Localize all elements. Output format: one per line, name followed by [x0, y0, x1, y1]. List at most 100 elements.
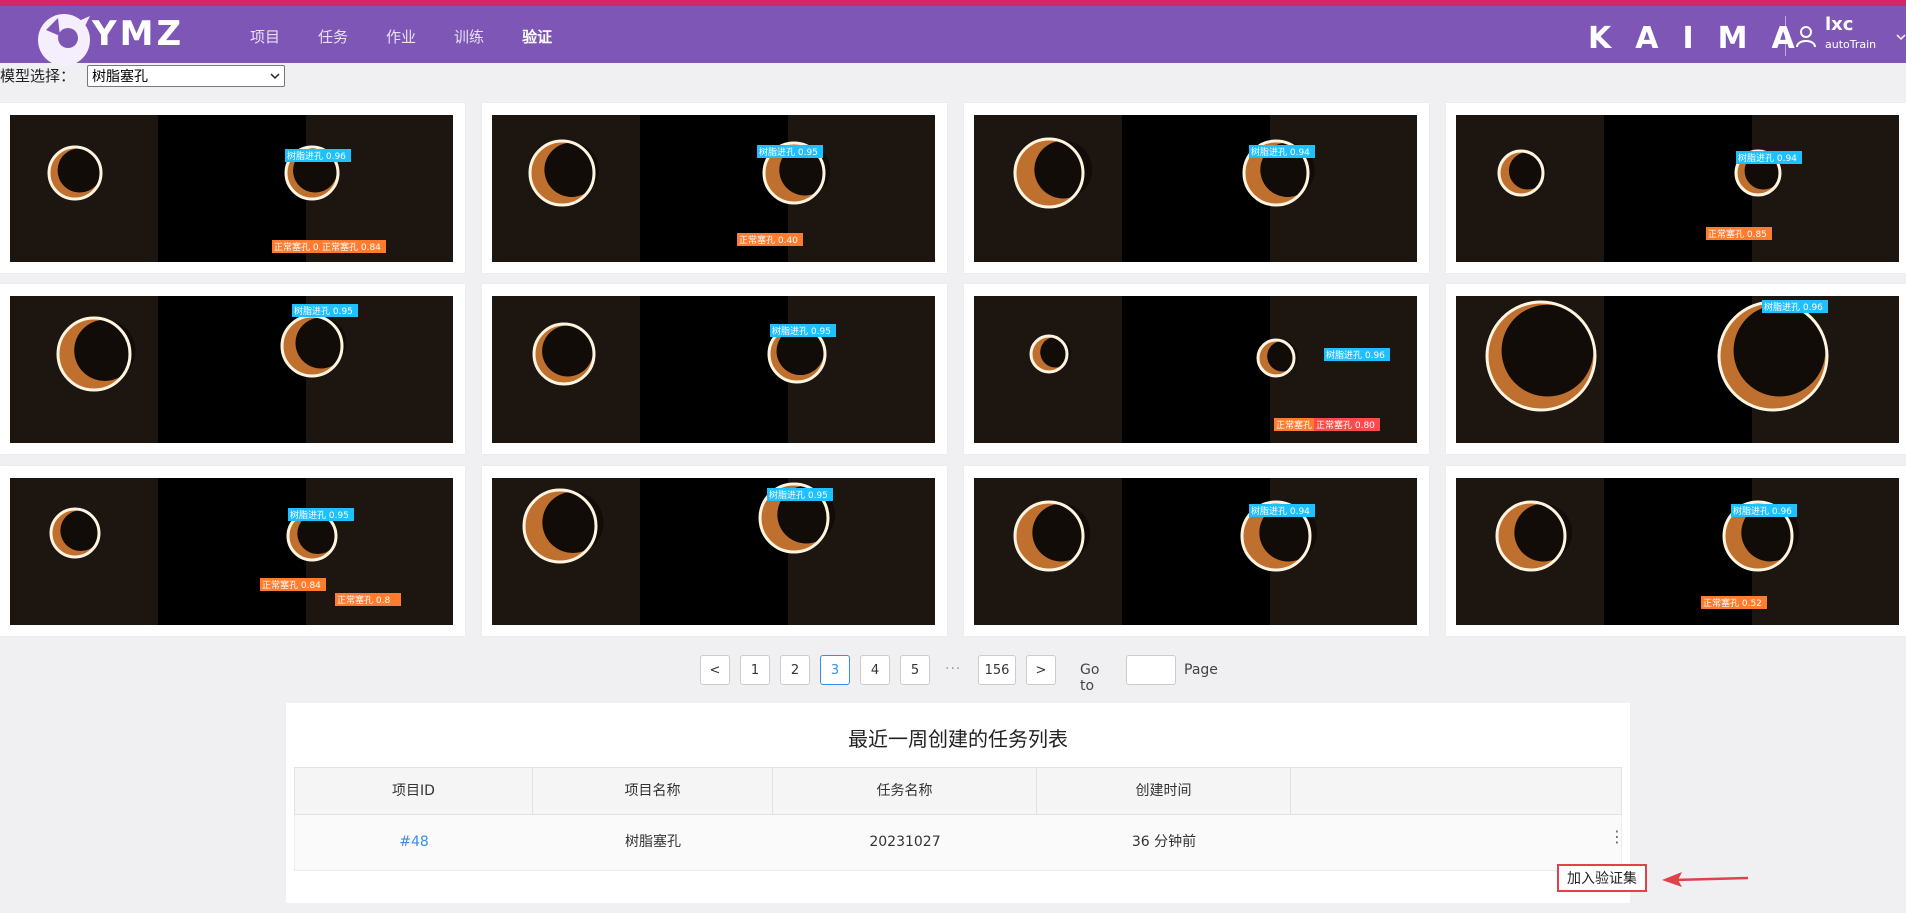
inspection-image-card[interactable]: 树脂进孔 0.95: [482, 284, 947, 454]
detection-label-text: 树脂进孔 0.96: [1733, 505, 1792, 517]
detection-label: 树脂进孔 0.95: [757, 145, 823, 158]
detection-label-text: 树脂进孔 0.96: [1764, 301, 1823, 313]
goto-page-input[interactable]: [1126, 655, 1176, 685]
detection-label-text: 树脂进孔 0.96: [1326, 349, 1385, 361]
column-header-project-id: 项目ID: [295, 768, 533, 814]
detection-label: 树脂进孔 0.95: [292, 304, 358, 317]
detection-label-text: 正常塞孔 0.40: [739, 234, 798, 246]
inspection-image-card[interactable]: 树脂进孔 0.96 正常塞孔 0.80 正常塞孔 0.80: [964, 284, 1429, 454]
project-id-link[interactable]: #48: [295, 815, 533, 869]
nav-item-validation[interactable]: 验证: [522, 26, 552, 47]
page-button-3[interactable]: 3: [820, 655, 850, 685]
inspection-image: 树脂进孔 0.96正常塞孔 0.80正常塞孔 0.80: [974, 296, 1417, 443]
annotation-arrow-icon: [1662, 872, 1749, 887]
detection-label-text: 树脂进孔 0.94: [1738, 152, 1797, 164]
inspection-image-card[interactable]: 树脂进孔 0.94: [964, 466, 1429, 636]
detection-label: 树脂进孔 0.96: [1324, 348, 1390, 361]
logo-text: YMZ: [92, 14, 185, 54]
detection-label-text: 树脂进孔 0.95: [759, 146, 818, 158]
detection-label: 树脂进孔 0.96: [1762, 300, 1828, 313]
inspection-image: 树脂进孔 0.94: [974, 478, 1417, 625]
detection-label: 正常塞孔 0.40: [737, 233, 803, 246]
task-list-title: 最近一周创建的任务列表: [848, 727, 1068, 751]
detection-label-text: 正常塞孔 0.52: [1703, 597, 1762, 609]
model-select-label: 模型选择：: [0, 67, 76, 85]
project-name-cell: 树脂塞孔: [625, 834, 681, 850]
detection-label: 正常塞孔 0.80: [1314, 418, 1380, 431]
prev-page-button[interactable]: <: [700, 655, 730, 685]
page-button-4[interactable]: 4: [860, 655, 890, 685]
main-nav: 项目 任务 作业 训练 验证: [250, 26, 590, 47]
navbar: YMZ 项目 任务 作业 训练 验证 KAIMA lxc autoTrain: [0, 6, 1906, 66]
inspection-image-card[interactable]: 树脂进孔 0.95 正常塞孔 0.84 正常塞孔 0.8: [0, 466, 465, 636]
detection-label: 正常塞孔 0.84: [260, 578, 326, 591]
table-row: #48 树脂塞孔 20231027 36 分钟前 ⋮: [294, 815, 1625, 871]
inspection-image: 树脂进孔 0.96: [1456, 296, 1899, 443]
detection-label: 树脂进孔 0.94: [1249, 145, 1315, 158]
detection-label-text: 正常塞孔 0.8: [337, 594, 390, 606]
inspection-image-card[interactable]: 树脂进孔 0.96 正常塞孔 0.52: [1446, 466, 1906, 636]
nav-item-tasks[interactable]: 任务: [318, 26, 348, 47]
page-button-2[interactable]: 2: [780, 655, 810, 685]
column-header-project-name: 项目名称: [533, 768, 773, 814]
detection-label-text: 正常塞孔 0.84: [322, 241, 381, 253]
detection-label-text: 树脂进孔 0.94: [1251, 146, 1310, 158]
inspection-image: 树脂进孔 0.95: [492, 478, 935, 625]
detection-label-text: 树脂进孔 0.94: [1251, 505, 1310, 517]
inspection-image-card[interactable]: 树脂进孔 0.94: [964, 103, 1429, 273]
user-role: autoTrain: [1825, 38, 1877, 51]
nav-divider: [1785, 16, 1786, 56]
inspection-image-card[interactable]: 树脂进孔 0.95: [0, 284, 465, 454]
detection-label: 树脂进孔 0.95: [767, 488, 833, 501]
detection-label-text: 树脂进孔 0.95: [772, 325, 831, 337]
detection-label: 树脂进孔 0.94: [1249, 504, 1315, 517]
nav-item-projects[interactable]: 项目: [250, 26, 280, 47]
add-to-validation-set-button[interactable]: 加入验证集: [1557, 864, 1647, 892]
detection-label-text: 正常塞孔 0.84: [262, 579, 321, 591]
model-select-value: 树脂塞孔: [92, 68, 149, 85]
column-header-created: 创建时间: [1037, 768, 1291, 814]
inspection-image-card[interactable]: 树脂进孔 0.94 正常塞孔 0.85: [1446, 103, 1906, 273]
inspection-image: 树脂进孔 0.95 正常塞孔 0.40: [492, 115, 935, 262]
inspection-image-card[interactable]: 树脂进孔 0.96: [1446, 284, 1906, 454]
detection-label-text: 树脂进孔 0.95: [294, 305, 353, 317]
table-header: 项目ID 项目名称 任务名称 创建时间: [294, 767, 1622, 815]
detection-label: 正常塞孔 0.8: [335, 593, 401, 606]
nav-item-training[interactable]: 训练: [454, 26, 484, 47]
detection-label: 正常塞孔 0.52: [1701, 596, 1767, 609]
user-name[interactable]: lxc: [1825, 14, 1853, 35]
inspection-image: 树脂进孔 0.95 正常塞孔 0.84 正常塞孔 0.8: [10, 478, 453, 625]
detection-label-text: 树脂进孔 0.95: [769, 489, 828, 501]
inspection-image: 树脂进孔 0.94 正常塞孔 0.85: [1456, 115, 1899, 262]
detection-label: 树脂进孔 0.96: [1731, 504, 1797, 517]
inspection-image: 树脂进孔 0.96 正常塞孔 0.52: [1456, 478, 1899, 625]
model-select-row: 模型选择： 树脂塞孔: [0, 63, 286, 88]
detection-label-text: 正常塞孔 0.80: [1316, 419, 1375, 431]
more-vertical-icon[interactable]: ⋮: [1609, 827, 1625, 846]
detection-label: 树脂进孔 0.95: [770, 324, 836, 337]
detection-label: 树脂进孔 0.96: [285, 149, 351, 162]
detection-label: 正常塞孔 0.84: [320, 240, 386, 253]
model-select[interactable]: 树脂塞孔: [87, 64, 286, 87]
inspection-image-card[interactable]: 树脂进孔 0.95 正常塞孔 0.40: [482, 103, 947, 273]
inspection-image: 树脂进孔 0.95: [492, 296, 935, 443]
page-label: Page: [1184, 662, 1218, 678]
recent-task-panel: 最近一周创建的任务列表 项目ID 项目名称 任务名称 创建时间 #48 树脂塞孔…: [286, 703, 1630, 903]
inspection-image: 树脂进孔 0.94: [974, 115, 1417, 262]
next-page-button[interactable]: >: [1026, 655, 1056, 685]
nav-item-jobs[interactable]: 作业: [386, 26, 416, 47]
page-button-5[interactable]: 5: [900, 655, 930, 685]
chevron-down-icon[interactable]: [1896, 32, 1906, 42]
detection-label: 树脂进孔 0.94: [1736, 151, 1802, 164]
inspection-image-card[interactable]: 树脂进孔 0.96 正常塞孔 0.87 正常塞孔 0.84: [0, 103, 465, 273]
user-icon[interactable]: [1795, 24, 1817, 48]
inspection-image-card[interactable]: 树脂进孔 0.95: [482, 466, 947, 636]
page-ellipsis[interactable]: ···: [945, 661, 961, 677]
page-button-last[interactable]: 156: [978, 655, 1016, 685]
inspection-image: 树脂进孔 0.96正常塞孔 0.87正常塞孔 0.84: [10, 115, 453, 262]
column-header-task-name: 任务名称: [773, 768, 1037, 814]
column-header-actions: [1291, 768, 1621, 814]
page-button-1[interactable]: 1: [740, 655, 770, 685]
task-name-cell: 20231027: [869, 834, 941, 850]
detection-label-text: 树脂进孔 0.95: [290, 509, 349, 521]
